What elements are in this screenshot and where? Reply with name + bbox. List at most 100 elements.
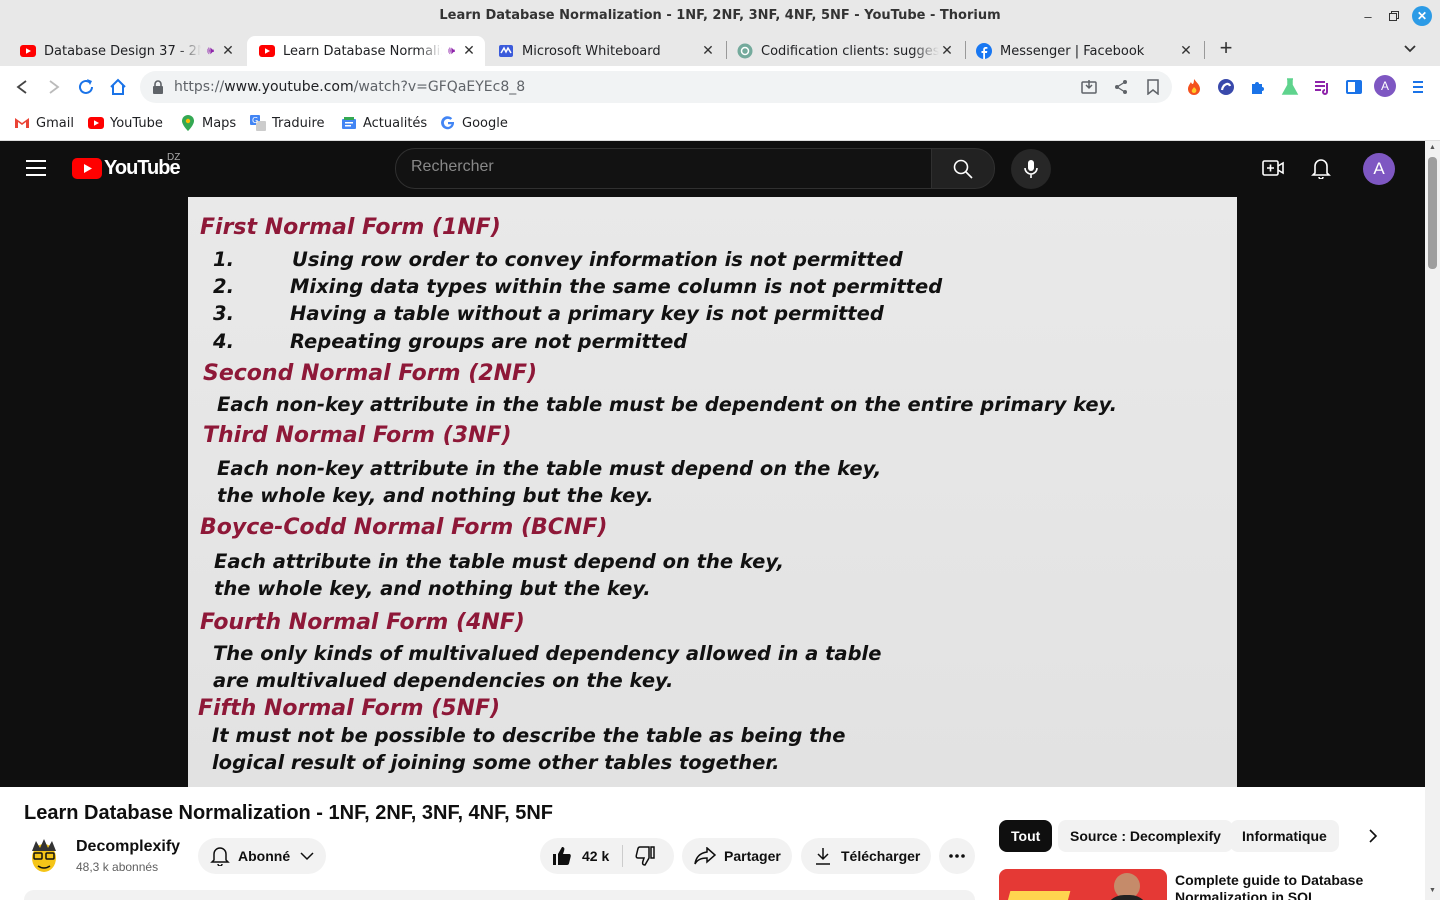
- translate-icon: G: [250, 115, 266, 131]
- install-app-icon[interactable]: [1081, 79, 1097, 100]
- search-input[interactable]: [411, 158, 911, 176]
- tab-messenger-facebook[interactable]: Messenger | Facebook ✕: [964, 36, 1202, 66]
- flask-extension-icon[interactable]: [1278, 75, 1302, 99]
- audio-playing-icon[interactable]: 🕪: [448, 44, 455, 58]
- back-button[interactable]: [10, 75, 34, 99]
- channel-avatar[interactable]: [24, 836, 64, 876]
- minimize-button[interactable]: –: [1358, 6, 1378, 26]
- tab-label: Database Design 37 - 2NF: [44, 43, 202, 59]
- profile-avatar[interactable]: A: [1374, 75, 1396, 97]
- address-bar[interactable]: https://www.youtube.com/watch?v=GFQaEYEc…: [140, 71, 1172, 103]
- like-button[interactable]: 42 k: [540, 838, 609, 874]
- more-horizontal-icon: [949, 854, 965, 858]
- scrollbar-thumb[interactable]: [1428, 157, 1437, 269]
- reload-button[interactable]: [74, 75, 98, 99]
- notifications-button[interactable]: [1311, 157, 1331, 184]
- recommendation-title[interactable]: Complete guide to Database Normalization…: [1175, 872, 1395, 900]
- youtube-play-icon: [72, 158, 102, 179]
- fire-extension-icon[interactable]: [1182, 75, 1206, 99]
- youtube-header: YouTube DZ A: [0, 141, 1425, 197]
- voice-search-button[interactable]: [1011, 149, 1051, 189]
- tab-separator: [965, 41, 966, 59]
- audio-playing-icon[interactable]: 🕪: [207, 44, 214, 58]
- scroll-up-arrow[interactable]: ▲: [1429, 144, 1436, 151]
- tab-database-design[interactable]: Database Design 37 - 2NF 🕪 ✕: [8, 36, 244, 66]
- bookmark-maps[interactable]: Maps: [180, 115, 236, 131]
- chips-next-button[interactable]: [1368, 828, 1378, 849]
- tab-label: Codification clients: suggestio: [761, 43, 939, 59]
- whiteboard-favicon-icon: [498, 43, 514, 59]
- like-count: 42 k: [582, 848, 610, 864]
- media-queue-icon[interactable]: [1310, 75, 1334, 99]
- recommendation-thumbnail[interactable]: [999, 869, 1167, 900]
- description-box[interactable]: [24, 890, 975, 900]
- chip-source-decomplexify[interactable]: Source : Decomplexify: [1058, 820, 1233, 852]
- whiteboard-item-number: 3.: [213, 302, 234, 325]
- share-button[interactable]: Partager: [682, 838, 792, 874]
- swirl-extension-icon[interactable]: [1214, 75, 1238, 99]
- account-avatar[interactable]: A: [1363, 153, 1395, 185]
- bookmark-gmail[interactable]: Gmail: [14, 115, 74, 131]
- maps-pin-icon: [180, 115, 196, 131]
- whiteboard-item-number: 2.: [213, 275, 234, 298]
- chip-tout[interactable]: Tout: [999, 820, 1053, 852]
- channel-name[interactable]: Decomplexify: [76, 838, 180, 856]
- scroll-down-arrow[interactable]: ▼: [1429, 887, 1436, 894]
- browser-menu-icon[interactable]: [1406, 75, 1430, 99]
- video-player[interactable]: First Normal Form (1NF) 1. Using row ord…: [0, 197, 1425, 787]
- close-tab-icon[interactable]: ✕: [461, 43, 477, 59]
- video-info-section: Learn Database Normalization - 1NF, 2NF,…: [0, 787, 1425, 900]
- whiteboard-line: Each non-key attribute in the table must…: [217, 457, 882, 480]
- close-tab-icon[interactable]: ✕: [220, 43, 236, 59]
- search-box[interactable]: [395, 148, 932, 189]
- address-url: https://www.youtube.com/watch?v=GFQaEYEc…: [174, 79, 526, 95]
- bookmark-actualites[interactable]: Actualités: [341, 115, 427, 131]
- share-icon[interactable]: [1113, 79, 1129, 100]
- bookmark-youtube[interactable]: YouTube: [88, 115, 163, 131]
- create-video-button[interactable]: [1262, 158, 1284, 183]
- chevron-down-icon: [300, 852, 314, 861]
- whiteboard-heading-4nf: Fourth Normal Form (4NF): [200, 610, 525, 635]
- bookmark-traduire[interactable]: G Traduire: [250, 115, 325, 131]
- youtube-logo[interactable]: YouTube DZ: [72, 152, 181, 180]
- tab-search-button[interactable]: [1402, 40, 1418, 56]
- side-panel-icon[interactable]: [1342, 75, 1366, 99]
- new-tab-button[interactable]: +: [1216, 37, 1236, 60]
- tab-microsoft-whiteboard[interactable]: Microsoft Whiteboard ✕: [486, 36, 724, 66]
- home-button[interactable]: [106, 75, 130, 99]
- maximize-button[interactable]: [1384, 6, 1404, 26]
- youtube-icon: [88, 115, 104, 131]
- whiteboard-line: logical result of joining some other tab…: [212, 751, 780, 774]
- whiteboard-line: the whole key, and nothing but the key.: [217, 484, 654, 507]
- bell-icon: [1311, 159, 1331, 180]
- close-tab-icon[interactable]: ✕: [700, 43, 716, 59]
- bookmark-google[interactable]: Google: [440, 115, 508, 131]
- tab-learn-database-normalization[interactable]: Learn Database Normaliz 🕪 ✕: [247, 36, 485, 66]
- window-title: Learn Database Normalization - 1NF, 2NF,…: [439, 8, 1001, 23]
- whiteboard-line: Repeating groups are not permitted: [290, 330, 688, 353]
- tab-codification-clients[interactable]: Codification clients: suggestio ✕: [725, 36, 963, 66]
- google-icon: [440, 115, 456, 131]
- download-button[interactable]: Télécharger: [801, 838, 931, 874]
- whiteboard-heading-5nf: Fifth Normal Form (5NF): [198, 696, 501, 721]
- dislike-button[interactable]: [635, 846, 655, 869]
- extensions-puzzle-icon[interactable]: [1246, 75, 1270, 99]
- close-tab-icon[interactable]: ✕: [1178, 43, 1194, 59]
- chip-informatique[interactable]: Informatique: [1230, 820, 1339, 852]
- guide-menu-icon[interactable]: [26, 160, 46, 181]
- page-scrollbar[interactable]: ▲ ▼: [1425, 141, 1440, 900]
- chevron-right-icon: [1369, 829, 1378, 843]
- bookmark-icon[interactable]: [1146, 79, 1160, 100]
- close-tab-icon[interactable]: ✕: [939, 43, 955, 59]
- whiteboard-heading-3nf: Third Normal Form (3NF): [203, 423, 512, 448]
- search-button[interactable]: [931, 148, 995, 189]
- close-window-button[interactable]: ✕: [1412, 6, 1432, 26]
- forward-button[interactable]: [42, 75, 66, 99]
- subscribed-button[interactable]: Abonné: [198, 838, 326, 874]
- tab-separator: [726, 41, 727, 59]
- more-actions-button[interactable]: [939, 838, 975, 874]
- chatgpt-favicon-icon: [737, 43, 753, 59]
- video-title: Learn Database Normalization - 1NF, 2NF,…: [24, 802, 554, 824]
- lock-icon[interactable]: [152, 80, 164, 99]
- subscriber-count: 48,3 k abonnés: [76, 860, 159, 874]
